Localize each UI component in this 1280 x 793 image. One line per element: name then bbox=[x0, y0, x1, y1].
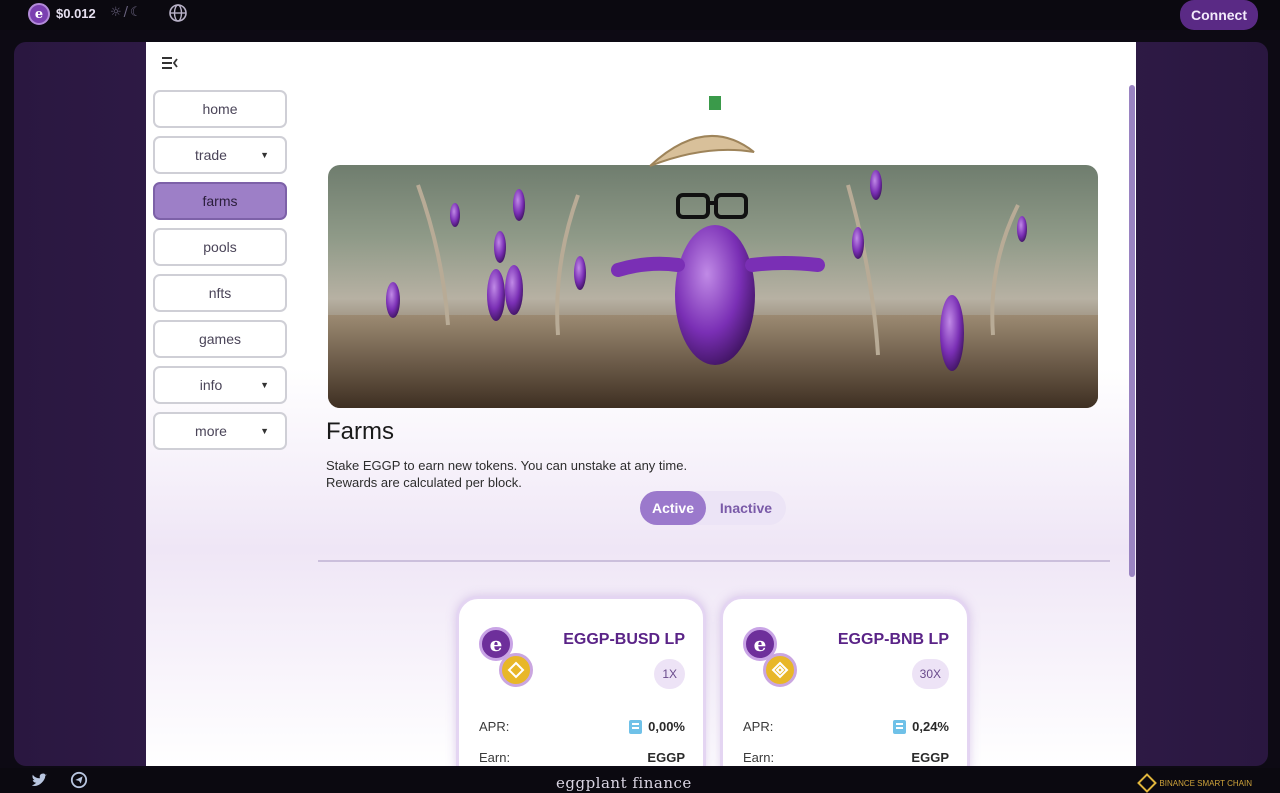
moon-icon[interactable]: ☾ bbox=[130, 5, 142, 20]
chain-badge: BINANCE SMART CHAIN bbox=[1137, 773, 1252, 793]
binance-icon bbox=[1137, 773, 1158, 793]
sidebar-item-label: games bbox=[198, 331, 242, 347]
top-bar: e $0.012 ☼ / ☾ Connect bbox=[0, 0, 1280, 30]
brand-logo: eggplant finance bbox=[556, 774, 692, 792]
caret-down-icon: ▼ bbox=[260, 150, 269, 160]
caret-down-icon: ▼ bbox=[260, 426, 269, 436]
connect-button[interactable]: Connect bbox=[1180, 0, 1258, 30]
sidebar-item-trade[interactable]: trade ▼ bbox=[153, 136, 287, 174]
theme-separator: / bbox=[123, 5, 129, 20]
busd-token-icon bbox=[499, 653, 533, 687]
farm-pair-name: EGGP-BUSD LP bbox=[563, 631, 685, 648]
tab-active[interactable]: Active bbox=[640, 491, 706, 525]
sidebar-item-home[interactable]: home bbox=[153, 90, 287, 128]
sidebar-item-label: farms bbox=[202, 193, 238, 209]
page-description: Stake EGGP to earn new tokens. You can u… bbox=[326, 457, 726, 491]
apr-value-group: 0,24% bbox=[893, 719, 949, 734]
page-title: Farms bbox=[326, 418, 394, 445]
sidebar-item-label: home bbox=[202, 101, 238, 117]
divider bbox=[318, 560, 1110, 562]
sidebar-item-info[interactable]: info ▼ bbox=[153, 366, 287, 404]
caret-down-icon: ▼ bbox=[260, 380, 269, 390]
sidebar-item-label: pools bbox=[203, 239, 237, 255]
apr-value-group: 0,00% bbox=[629, 719, 685, 734]
farms-banner-image bbox=[328, 165, 1098, 408]
tab-inactive[interactable]: Inactive bbox=[706, 491, 786, 525]
sidebar-item-label: nfts bbox=[208, 285, 232, 301]
calculator-icon[interactable] bbox=[629, 719, 643, 734]
earn-value: EGGP bbox=[647, 750, 685, 765]
multiplier-badge: 30X bbox=[911, 659, 949, 689]
sidebar-item-label: trade bbox=[195, 147, 227, 163]
bnb-token-icon bbox=[763, 653, 797, 687]
sidebar-item-games[interactable]: games bbox=[153, 320, 287, 358]
farm-pair-name: EGGP-BNB LP bbox=[837, 631, 949, 648]
sidebar-item-nfts[interactable]: nfts bbox=[153, 274, 287, 312]
sidebar-item-more[interactable]: more ▼ bbox=[153, 412, 287, 450]
theme-toggle[interactable]: ☼ / ☾ bbox=[110, 5, 142, 20]
apr-value: 0,00% bbox=[648, 719, 685, 734]
calculator-icon[interactable] bbox=[893, 719, 907, 734]
sidebar-item-pools[interactable]: pools bbox=[153, 228, 287, 266]
sidebar-item-farms[interactable]: farms bbox=[153, 182, 287, 220]
multiplier-badge: 1X bbox=[654, 659, 685, 689]
active-inactive-toggle: Active Inactive bbox=[640, 491, 786, 525]
chain-label: BINANCE SMART CHAIN bbox=[1159, 778, 1252, 788]
twitter-icon[interactable] bbox=[30, 772, 48, 790]
scrollbar[interactable] bbox=[1129, 85, 1135, 577]
sidebar-item-label: more bbox=[195, 423, 227, 439]
sun-icon[interactable]: ☼ bbox=[110, 5, 122, 20]
straw-hat-icon bbox=[649, 96, 755, 167]
earn-label: Earn: bbox=[479, 750, 511, 765]
collapse-menu-icon[interactable] bbox=[161, 55, 179, 71]
sidebar-nav: home trade ▼ farms pools nfts games info… bbox=[153, 90, 289, 458]
farm-card: e EGGP-BNB LP 30X APR: 0,24% Earn: EGGP bbox=[720, 596, 970, 766]
globe-icon[interactable] bbox=[168, 3, 188, 23]
apr-value: 0,24% bbox=[912, 719, 949, 734]
sidebar-item-label: info bbox=[199, 377, 223, 393]
eggp-token-icon: e bbox=[28, 3, 50, 25]
farm-card: e EGGP-BUSD LP 1X APR: 0,00% Earn: EGGP bbox=[456, 596, 706, 766]
earn-label: Earn: bbox=[743, 750, 775, 765]
apr-label: APR: bbox=[743, 719, 774, 734]
telegram-icon[interactable] bbox=[70, 771, 88, 789]
description-line-1: Stake EGGP to earn new tokens. You can u… bbox=[326, 458, 688, 473]
footer-bar: eggplant finance BINANCE SMART CHAIN bbox=[0, 768, 1280, 793]
token-price: $0.012 bbox=[56, 6, 96, 21]
earn-value: EGGP bbox=[911, 750, 949, 765]
main-window: home trade ▼ farms pools nfts games info… bbox=[146, 42, 1136, 766]
apr-label: APR: bbox=[479, 719, 510, 734]
eggplant-field-illustration bbox=[328, 170, 1098, 408]
description-line-2: Rewards are calculated per block. bbox=[326, 475, 522, 490]
